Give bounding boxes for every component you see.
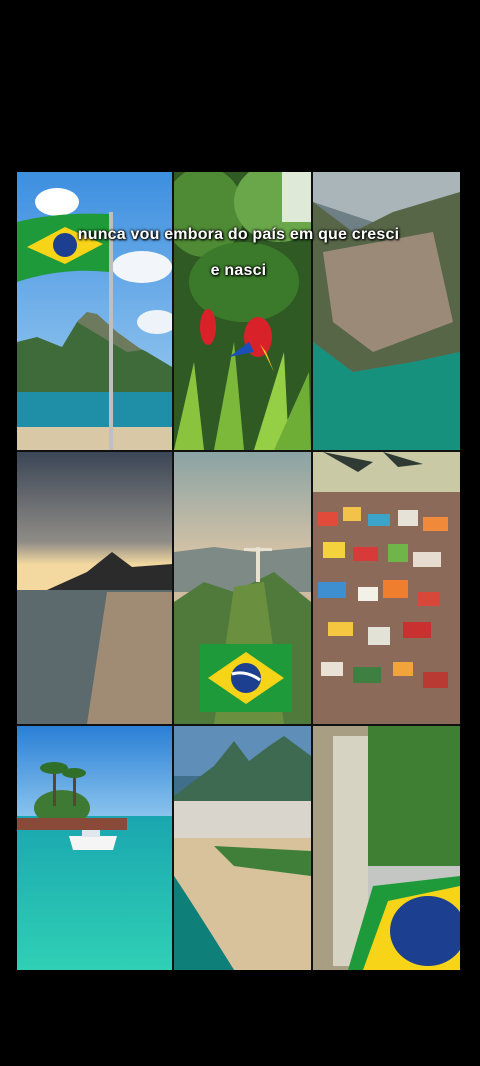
beach-sunset-image: [17, 452, 172, 724]
tile-colorful-favela: [313, 452, 460, 724]
tile-beach-sunset: [17, 452, 172, 724]
copacabana-image: [174, 726, 311, 970]
tile-flag-sugarloaf: [17, 172, 172, 450]
macaws-image: [174, 172, 311, 450]
flag-sugarloaf-image: [17, 172, 172, 450]
tropical-island-image: [17, 726, 172, 970]
brazil-flag-badge: [200, 644, 292, 712]
flag-stairs-image: [313, 726, 460, 970]
tile-favela-coast: [313, 172, 460, 450]
brazil-flag-icon: [200, 644, 292, 712]
photo-collage: [17, 172, 460, 970]
tile-flag-stairs: [313, 726, 460, 970]
tile-tropical-island: [17, 726, 172, 970]
favela-coast-image: [313, 172, 460, 450]
colorful-favela-image: [313, 452, 460, 724]
tile-macaws: [174, 172, 311, 450]
tile-copacabana: [174, 726, 311, 970]
